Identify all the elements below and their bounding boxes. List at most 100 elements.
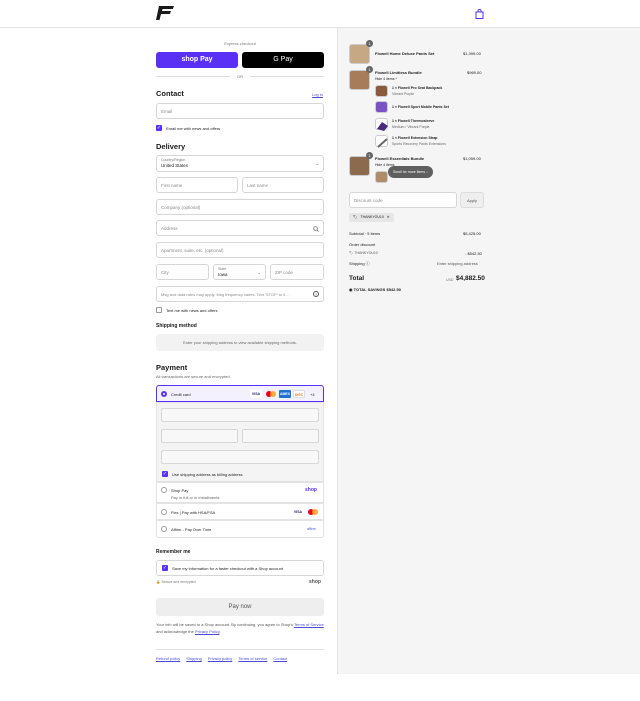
savings-icon: ◉ bbox=[349, 287, 353, 292]
savings-value: $542.50 bbox=[386, 287, 401, 292]
shipping-method-placeholder: Enter your shipping address to view avai… bbox=[156, 334, 324, 351]
card-number-field[interactable] bbox=[161, 408, 319, 422]
refund-policy-link[interactable]: Refund policy bbox=[156, 656, 180, 661]
subtotal-label: Subtotal · 5 items bbox=[349, 231, 381, 236]
country-select[interactable]: Country/Region United States ⌄ bbox=[156, 155, 324, 172]
product-image bbox=[349, 70, 370, 90]
billing-checkbox[interactable]: ✓ bbox=[162, 471, 168, 477]
name-on-card-field[interactable] bbox=[161, 450, 319, 464]
login-link[interactable]: Log in bbox=[312, 92, 323, 97]
tag-icon: 🏷 bbox=[349, 251, 354, 255]
quantity-badge: 1 bbox=[366, 152, 373, 159]
sub-item-name: 1 × Flowell Pro Seat Backpack bbox=[392, 86, 443, 90]
legal-pre: Your info will be saved to a Shop accoun… bbox=[156, 622, 293, 627]
company-field[interactable]: Company (optional) bbox=[156, 199, 324, 215]
mastercard-icon bbox=[265, 390, 277, 398]
shop-pay-button[interactable]: shop Pay bbox=[156, 52, 238, 68]
chevron-down-icon: ⌄ bbox=[315, 161, 319, 166]
address-field[interactable]: Address bbox=[156, 220, 324, 236]
affirm-radio[interactable] bbox=[161, 526, 167, 532]
sms-label: Text me with news and offers bbox=[166, 308, 218, 313]
phone-sms-field[interactable]: Msg and data rates may apply. Msg freque… bbox=[156, 286, 324, 302]
shipping-link[interactable]: Shipping bbox=[186, 656, 202, 661]
thermosleeve-icon bbox=[377, 122, 388, 131]
privacy-policy-link[interactable]: Privacy policy bbox=[208, 656, 232, 661]
bundle-toggle-label: Hide 4 items bbox=[375, 77, 395, 81]
email-field[interactable]: Email bbox=[156, 103, 324, 119]
help-icon[interactable]: ? bbox=[313, 291, 319, 297]
store-logo[interactable] bbox=[156, 6, 174, 20]
shop-pay-option[interactable]: Shop Pay Pay in full or in installments … bbox=[156, 482, 324, 503]
last-name-placeholder: Last name bbox=[247, 182, 269, 188]
contact-link[interactable]: Contact bbox=[273, 656, 287, 661]
flex-radio[interactable] bbox=[161, 509, 167, 515]
payment-subtitle: All transactions are secure and encrypte… bbox=[156, 374, 231, 379]
sms-checkbox[interactable] bbox=[156, 307, 162, 313]
news-label: Email me with news and offers bbox=[166, 126, 221, 131]
discount-code-line: 🏷 THANKYOU10 bbox=[349, 251, 378, 255]
news-checkbox[interactable]: ✓ bbox=[156, 125, 162, 131]
discount-code-field[interactable]: Discount code bbox=[349, 192, 457, 208]
apply-button[interactable]: Apply bbox=[460, 192, 484, 208]
country-value: United States bbox=[161, 163, 189, 168]
state-select[interactable]: State Iowa ⌄ bbox=[213, 264, 266, 280]
sub-item-variant: Vibrant Purple bbox=[392, 92, 415, 96]
sub-item-name: 1 × Flowell Thermosleeve bbox=[392, 119, 435, 123]
discount-code-label: THANKYOU10 bbox=[354, 251, 378, 255]
zip-field[interactable]: ZIP code bbox=[270, 264, 324, 280]
footer-links: Refund policy Shipping Privacy policy Te… bbox=[156, 656, 287, 661]
site-header bbox=[0, 0, 640, 28]
legal-end: . bbox=[219, 629, 221, 634]
payment-heading: Payment bbox=[156, 363, 188, 372]
address-placeholder: Address bbox=[161, 225, 178, 231]
security-code-field[interactable] bbox=[242, 429, 319, 443]
amex-icon: AMEX bbox=[279, 390, 291, 398]
product-image bbox=[349, 44, 370, 64]
affirm-option[interactable]: Affirm - Pay Over Time affirm bbox=[156, 520, 324, 538]
terms-of-service-link[interactable]: Terms of service bbox=[238, 656, 267, 661]
state-value: Iowa bbox=[218, 272, 228, 277]
email-placeholder: Email bbox=[161, 108, 173, 114]
chevron-down-icon: ⌄ bbox=[257, 270, 261, 275]
total-savings-line: ◉ TOTAL SAVINGS $542.50 bbox=[349, 287, 401, 292]
terms-link[interactable]: Terms of Service bbox=[294, 622, 324, 627]
sub-item-variant: Medium / Vibrant Purple bbox=[392, 125, 430, 129]
pay-now-button[interactable]: Pay now bbox=[156, 598, 324, 616]
flex-label: Flex | Pay with HSA/FSA bbox=[171, 510, 216, 515]
flex-option[interactable]: Flex | Pay with HSA/FSA VISA bbox=[156, 503, 324, 520]
divider bbox=[156, 649, 324, 650]
state-label: State bbox=[218, 267, 227, 271]
affirm-label: Affirm - Pay Over Time bbox=[171, 527, 212, 532]
expiration-field[interactable] bbox=[161, 429, 238, 443]
savings-label: TOTAL SAVINGS bbox=[353, 287, 386, 292]
sub-item-variant: Sports Recovery Pants Extensions bbox=[392, 142, 446, 146]
product-image bbox=[349, 156, 370, 176]
apartment-field[interactable]: Apartment, suite, etc. (optional) bbox=[156, 242, 324, 258]
city-field[interactable]: City bbox=[156, 264, 209, 280]
remember-box[interactable]: ✓ Save my information for a faster check… bbox=[156, 560, 324, 576]
first-name-field[interactable]: First name bbox=[156, 177, 238, 193]
privacy-link[interactable]: Privacy Policy bbox=[195, 629, 220, 634]
shop-pay-radio[interactable] bbox=[161, 487, 167, 493]
scroll-hint[interactable]: Scroll for more items ↓ bbox=[388, 166, 433, 178]
search-icon bbox=[313, 226, 319, 232]
total-label: Total bbox=[349, 275, 365, 282]
remember-checkbox[interactable]: ✓ bbox=[162, 565, 168, 571]
order-discount-label: Order discount bbox=[349, 242, 376, 247]
quantity-badge: 1 bbox=[366, 66, 373, 73]
strap-icon bbox=[377, 138, 388, 148]
bundle-toggle[interactable]: Hide 4 items ^ bbox=[375, 77, 397, 81]
discount-tag-label: THANKYOU10 bbox=[360, 215, 384, 219]
credit-card-option[interactable]: Credit card VISA AMEX DISC +4 bbox=[156, 385, 324, 402]
close-icon[interactable]: ✕ bbox=[387, 213, 390, 222]
credit-card-radio[interactable] bbox=[161, 391, 167, 397]
last-name-field[interactable]: Last name bbox=[242, 177, 324, 193]
product-price: $1,399.00 bbox=[463, 51, 481, 56]
subtotal-value: $5,425.00 bbox=[463, 231, 481, 236]
credit-card-label: Credit card bbox=[171, 392, 191, 397]
quantity-badge: 1 bbox=[366, 40, 373, 47]
google-pay-button[interactable]: G Pay bbox=[242, 52, 324, 68]
sub-item-name: 1 × Flowell Sport Mobile Pants Set bbox=[392, 105, 449, 109]
cart-bag-icon[interactable] bbox=[475, 9, 484, 19]
help-icon[interactable]: ⓘ bbox=[366, 261, 370, 266]
